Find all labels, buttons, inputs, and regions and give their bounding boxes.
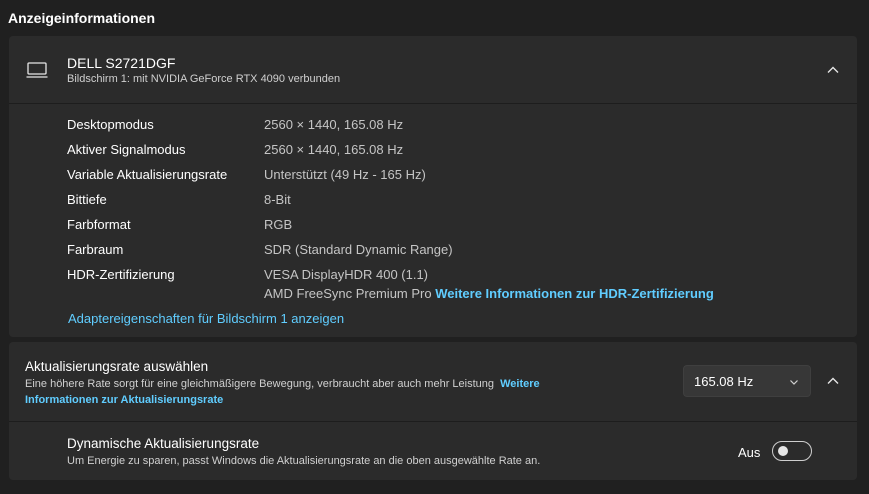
info-label: Variable Aktualisierungsrate <box>67 167 228 182</box>
hdr-info-link[interactable]: Weitere Informationen zur HDR-Zertifizie… <box>435 286 714 301</box>
refresh-rate-dropdown[interactable]: 165.08 Hz <box>683 365 811 397</box>
monitor-subtitle: Bildschirm 1: mit NVIDIA GeForce RTX 409… <box>67 73 341 85</box>
info-value: SDR (Standard Dynamic Range) <box>264 242 453 257</box>
info-value: 8-Bit <box>264 192 291 207</box>
dynamic-refresh-title: Dynamische Aktualisierungsrate <box>67 436 260 451</box>
dynamic-refresh-toggle[interactable] <box>772 441 812 461</box>
info-value: Unterstützt (49 Hz - 165 Hz) <box>264 167 426 182</box>
freesync-text: AMD FreeSync Premium Pro <box>264 286 432 301</box>
chevron-up-icon[interactable] <box>825 62 841 78</box>
info-value: RGB <box>264 217 293 232</box>
info-label: Farbformat <box>67 217 131 232</box>
info-value-line2: AMD FreeSync Premium Pro Weitere Informa… <box>264 286 714 301</box>
card-divider <box>9 103 857 104</box>
chevron-down-icon <box>790 380 798 385</box>
adapter-properties-link[interactable]: Adaptereigenschaften für Bildschirm 1 an… <box>68 311 344 326</box>
dynamic-refresh-subtitle: Um Energie zu sparen, passt Windows die … <box>67 455 541 467</box>
refresh-rate-desc-text: Eine höhere Rate sorgt für eine gleichmä… <box>25 378 494 390</box>
info-label: HDR-Zertifizierung <box>67 267 175 282</box>
card-divider <box>9 421 857 422</box>
monitor-name: DELL S2721DGF <box>67 55 176 71</box>
info-value: 2560 × 1440, 165.08 Hz <box>264 117 404 132</box>
refresh-rate-title: Aktualisierungsrate auswählen <box>25 359 209 374</box>
info-value: VESA DisplayHDR 400 (1.1) <box>264 267 429 282</box>
refresh-rate-card: Aktualisierungsrate auswählen Eine höher… <box>9 342 857 480</box>
chevron-up-icon[interactable] <box>825 373 841 389</box>
monitor-icon <box>26 62 48 78</box>
info-label: Desktopmodus <box>67 117 154 132</box>
refresh-rate-description: Eine höhere Rate sorgt für eine gleichmä… <box>25 376 615 408</box>
section-title: Anzeigeinformationen <box>8 10 156 26</box>
toggle-state-label: Aus <box>738 445 761 460</box>
refresh-rate-selected: 165.08 Hz <box>694 374 754 389</box>
display-info-card: DELL S2721DGF Bildschirm 1: mit NVIDIA G… <box>9 36 857 337</box>
info-label: Farbraum <box>67 242 124 257</box>
info-label: Aktiver Signalmodus <box>67 142 186 157</box>
toggle-knob <box>778 446 788 456</box>
info-value: 2560 × 1440, 165.08 Hz <box>264 142 404 157</box>
info-label: Bittiefe <box>67 192 107 207</box>
